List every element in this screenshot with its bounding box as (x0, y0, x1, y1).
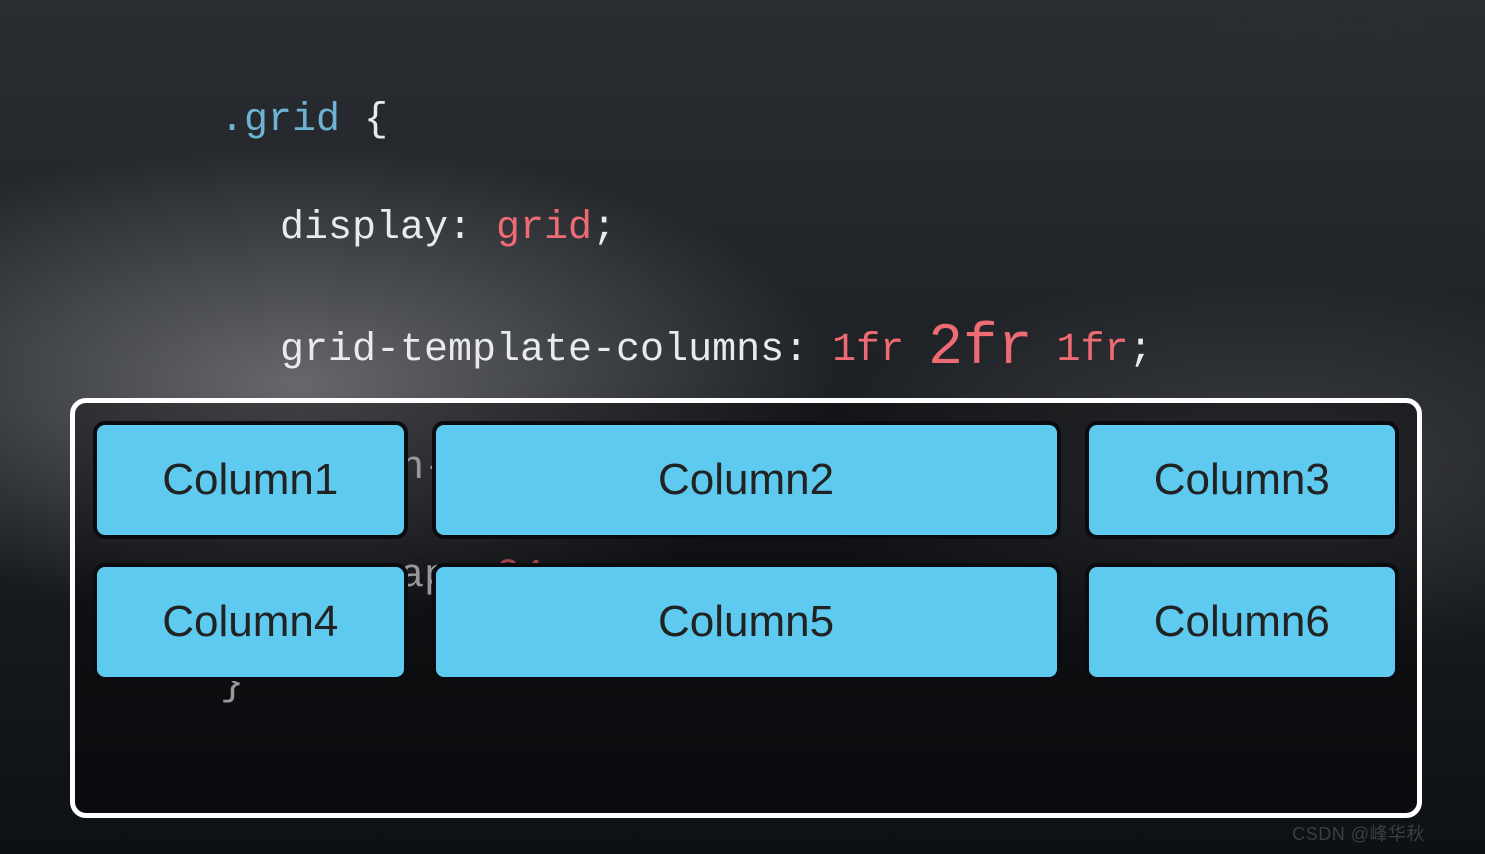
grid-cell: Column4 (93, 563, 408, 681)
grid-cell: Column5 (432, 563, 1061, 681)
grid-cell: Column6 (1085, 563, 1400, 681)
code-prop-1: grid-template-columns (280, 328, 784, 373)
code-selector: .grid (220, 98, 340, 143)
code-val-0: grid (496, 206, 592, 251)
code-open-brace: { (340, 98, 388, 143)
grid-cell: Column1 (93, 421, 408, 539)
watermark-top: 峰华前端工程师 (1215, 0, 1425, 40)
grid-cell: Column2 (432, 421, 1061, 539)
grid-demo: Column1 Column2 Column3 Column4 Column5 … (93, 421, 1399, 681)
code-val-emphasis: 2fr (928, 316, 1032, 381)
grid-cell: Column3 (1085, 421, 1400, 539)
watermark-bottom: CSDN @峰华秋 (1292, 820, 1425, 846)
code-prop-0: display (280, 206, 448, 251)
grid-demo-container: Column1 Column2 Column3 Column4 Column5 … (70, 398, 1422, 818)
